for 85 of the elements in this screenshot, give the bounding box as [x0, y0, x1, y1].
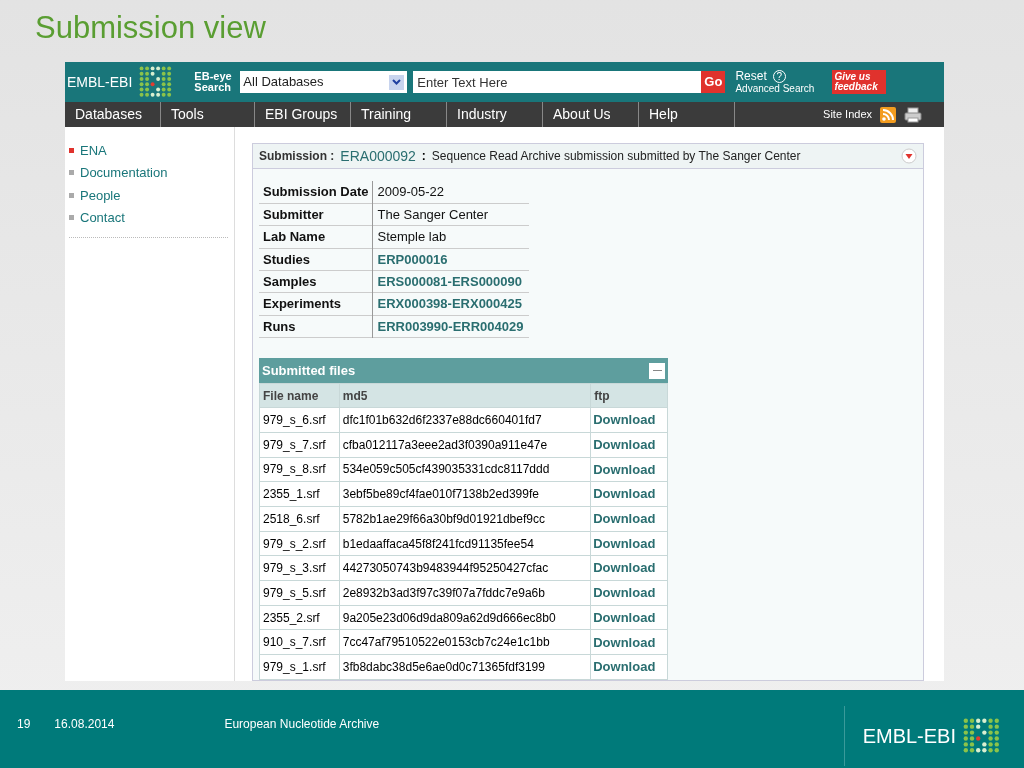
- detail-label: Samples: [259, 270, 373, 293]
- md5-cell: b1edaaffaca45f8f241fcd91135fee54: [339, 531, 591, 556]
- submission-label: Submission :: [259, 148, 335, 165]
- rss-icon[interactable]: [880, 106, 896, 123]
- download-link[interactable]: Download: [590, 629, 668, 655]
- go-button[interactable]: Go: [701, 71, 726, 93]
- file-name-cell: 979_s_2.srf: [259, 531, 340, 556]
- detail-value: Stemple lab: [372, 225, 529, 249]
- footer-date: 16.08.2014: [54, 716, 115, 733]
- detail-value: 2009-05-22: [372, 181, 529, 204]
- footer-logo: EMBL-EBI: [862, 724, 956, 749]
- dropdown-icon: [389, 74, 405, 90]
- detail-label: Runs: [259, 315, 373, 338]
- separator-text: :: [421, 148, 426, 165]
- files-title: Submitted files: [262, 362, 356, 380]
- column-header: md5: [339, 383, 591, 408]
- accession-link[interactable]: ERA000092: [340, 145, 416, 167]
- reset-link[interactable]: Reset: [735, 70, 767, 82]
- nav-item[interactable]: Tools: [161, 102, 255, 127]
- detail-link[interactable]: ERX000398-ERX000425: [372, 292, 529, 316]
- detail-link[interactable]: ERS000081-ERS000090: [372, 270, 529, 293]
- nav-item[interactable]: EBI Groups: [255, 102, 351, 127]
- nav-item[interactable]: Industry: [447, 102, 543, 127]
- md5-cell: cfba012117a3eee2ad3f0390a911e47e: [339, 432, 591, 458]
- md5-cell: 534e059c505cf439035331cdc8117ddd: [339, 457, 591, 482]
- md5-cell: 3ebf5be89cf4fae010f7138b2ed399fe: [339, 481, 591, 507]
- nav-item[interactable]: About Us: [543, 102, 639, 127]
- file-name-cell: 979_s_3.srf: [259, 555, 340, 581]
- feedback-button[interactable]: Give us feedback: [832, 70, 887, 94]
- site-index-link[interactable]: Site Index: [823, 106, 872, 123]
- nav-item[interactable]: Training: [351, 102, 447, 127]
- md5-cell: dfc1f01b632d6f2337e88dc660401fd7: [339, 407, 591, 433]
- file-name-cell: 979_s_7.srf: [259, 432, 340, 458]
- md5-cell: 44273050743b9483944f95250427cfac: [339, 555, 591, 581]
- download-link[interactable]: Download: [590, 481, 668, 507]
- sidebar-item[interactable]: Documentation: [69, 161, 168, 184]
- detail-label: Experiments: [259, 292, 373, 316]
- download-link[interactable]: Download: [590, 654, 668, 680]
- file-name-cell: 2355_2.srf: [259, 605, 340, 630]
- file-name-cell: 979_s_8.srf: [259, 457, 340, 482]
- download-link[interactable]: Download: [590, 506, 668, 532]
- download-link[interactable]: Download: [590, 555, 668, 581]
- download-link[interactable]: Download: [590, 407, 668, 433]
- detail-link[interactable]: ERR003990-ERR004029: [372, 315, 529, 338]
- sidebar-item[interactable]: ENA: [69, 139, 107, 162]
- collapse-button[interactable]: [649, 362, 665, 379]
- detail-label: Submitter: [259, 203, 373, 226]
- detail-link[interactable]: ERP000016: [372, 248, 529, 271]
- nav-item[interactable]: Databases: [65, 102, 161, 127]
- advanced-search-link[interactable]: Advanced Search: [735, 82, 815, 95]
- file-name-cell: 2518_6.srf: [259, 506, 340, 532]
- md5-cell: 7cc47af79510522e0153cb7c24e1c1bb: [339, 629, 591, 655]
- file-name-cell: 979_s_5.srf: [259, 580, 340, 606]
- file-name-cell: 979_s_1.srf: [259, 654, 340, 680]
- page-number: 19: [17, 716, 31, 733]
- column-header: ftp: [590, 383, 668, 408]
- detail-label: Studies: [259, 248, 373, 271]
- file-name-cell: 2355_1.srf: [259, 481, 340, 507]
- md5-cell: 2e8932b3ad3f97c39f07a7fddc7e9a6b: [339, 580, 591, 606]
- database-select[interactable]: All Databases: [240, 71, 408, 93]
- sidebar-item[interactable]: Contact: [69, 206, 125, 229]
- collapse-icon[interactable]: [901, 148, 917, 164]
- submission-description: Sequence Read Archive submission submitted by The Sanger Center: [431, 148, 801, 165]
- search-label: EB-eye Search: [194, 71, 233, 93]
- detail-label: Submission Date: [259, 181, 373, 204]
- md5-cell: 5782b1ae29f66a30bf9d01921dbef9cc: [339, 506, 591, 532]
- detail-value: The Sanger Center: [372, 203, 529, 226]
- download-link[interactable]: Download: [590, 457, 668, 482]
- download-link[interactable]: Download: [590, 531, 668, 556]
- md5-cell: 3fb8dabc38d5e6ae0d0c71365fdf3199: [339, 654, 591, 680]
- file-name-cell: 910_s_7.srf: [259, 629, 340, 655]
- column-header: File name: [259, 383, 340, 408]
- slide-title: Submission view: [35, 9, 266, 47]
- nav-item[interactable]: Help: [639, 102, 735, 127]
- site-logo: EMBL-EBI: [67, 72, 133, 92]
- download-link[interactable]: Download: [590, 580, 668, 606]
- sidebar-item[interactable]: People: [69, 184, 121, 207]
- detail-label: Lab Name: [259, 225, 373, 249]
- search-field[interactable]: Enter Text Here: [413, 71, 702, 93]
- footer-title: European Nucleotide Archive: [224, 716, 380, 733]
- file-name-cell: 979_s_6.srf: [259, 407, 340, 433]
- md5-cell: 9a205e23d06d9da809a62d9d666ec8b0: [339, 605, 591, 630]
- download-link[interactable]: Download: [590, 605, 668, 630]
- download-link[interactable]: Download: [590, 432, 668, 458]
- printer-icon[interactable]: [904, 106, 922, 123]
